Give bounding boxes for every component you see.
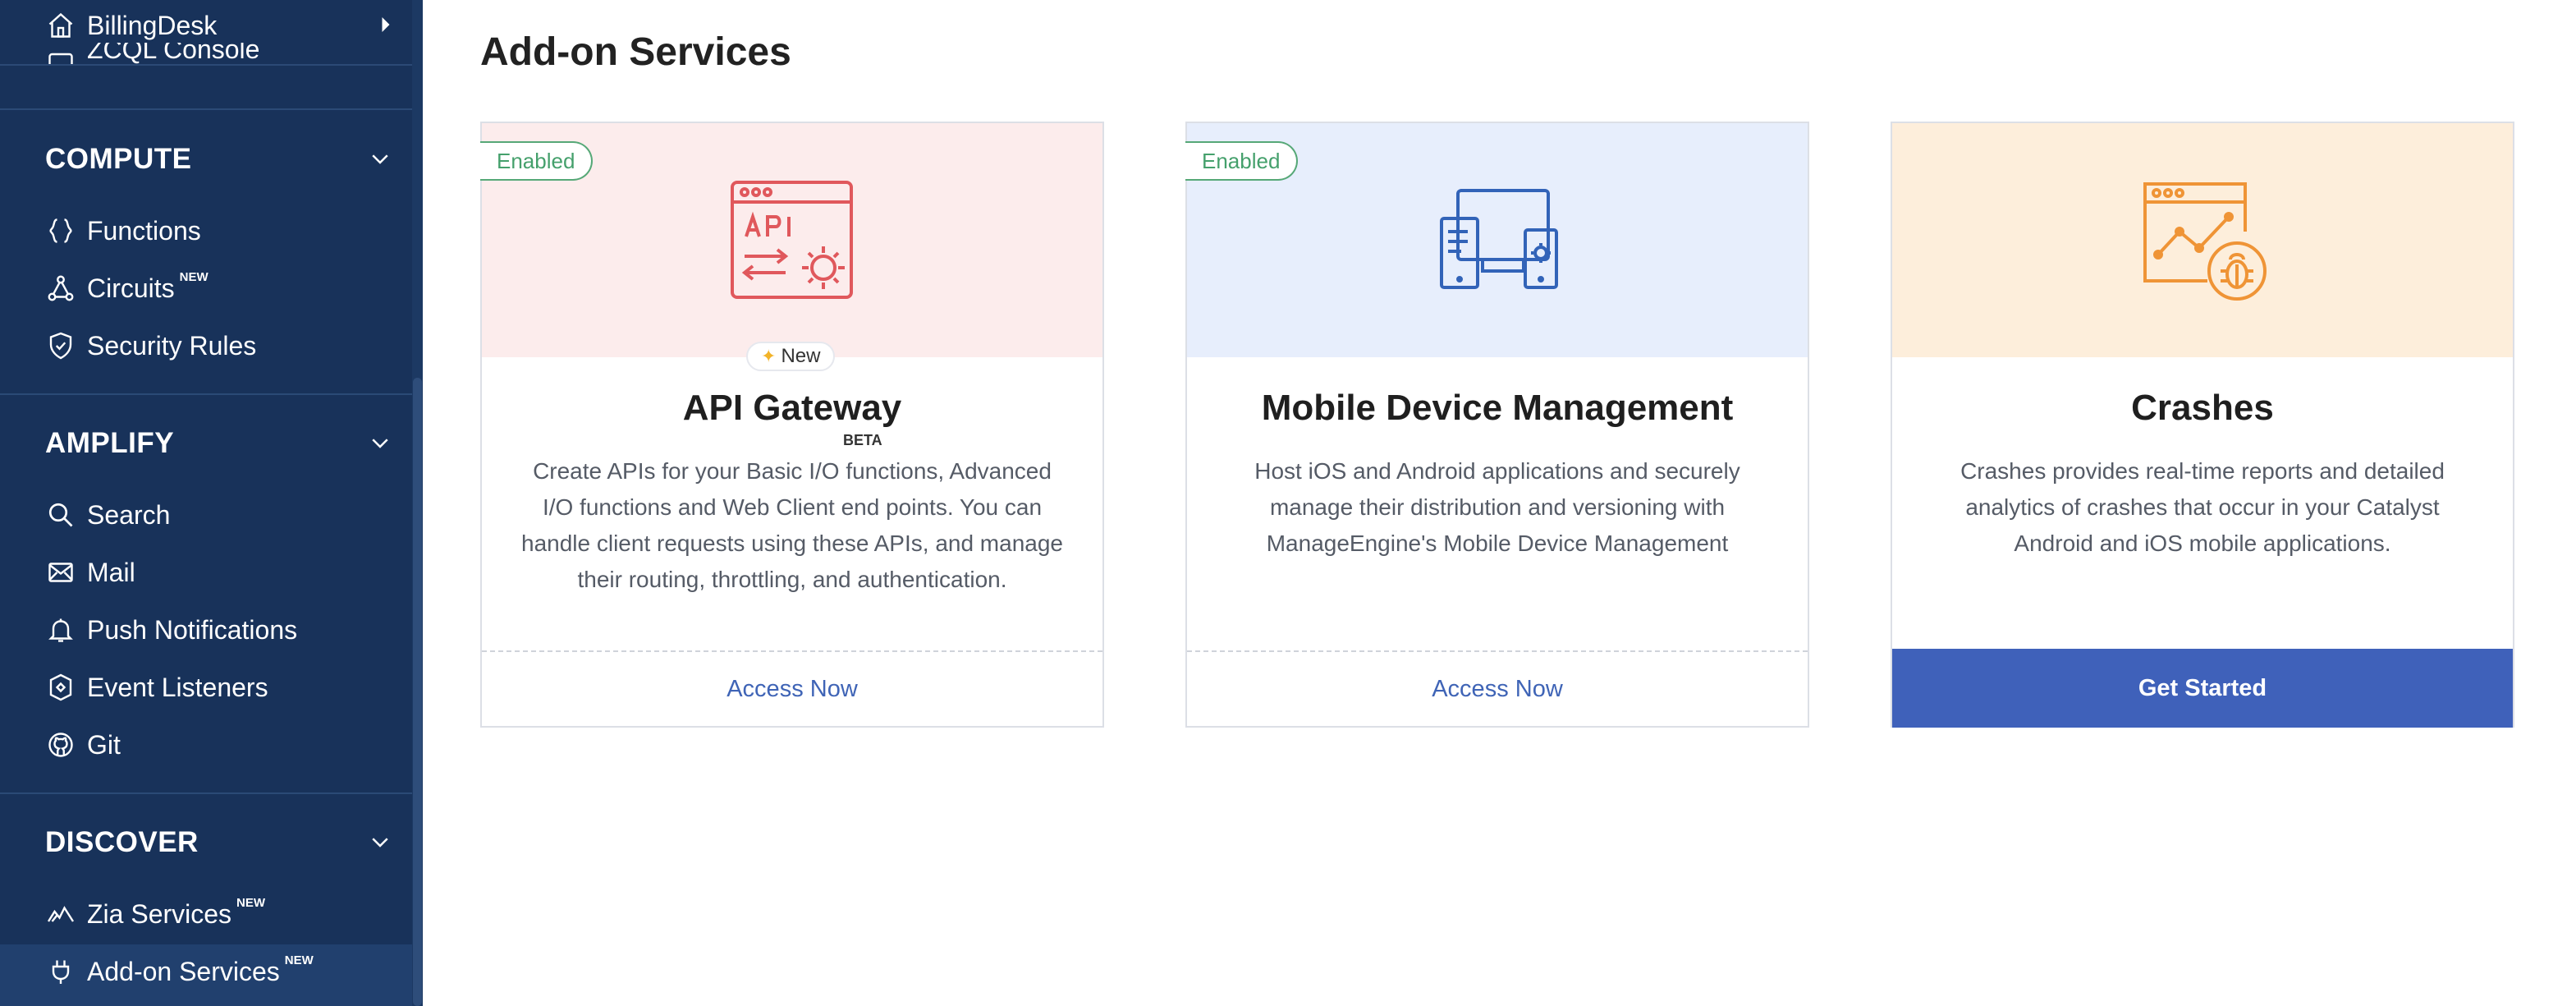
sidebar-item-label: Functions [87, 215, 201, 246]
service-card-crashes: Crashes Crashes provides real-time repor… [1891, 122, 2514, 728]
sidebar-item-label: Mail [87, 557, 135, 587]
beta-label: BETA [843, 432, 882, 448]
github-icon [41, 725, 80, 765]
event-icon [41, 668, 80, 707]
card-title: Crashes [2131, 388, 2274, 428]
section-title-compute[interactable]: COMPUTE [45, 143, 192, 176]
card-description: Crashes provides real-time reports and d… [1960, 458, 2445, 556]
search-icon [41, 495, 80, 535]
sidebar-item-zia-services[interactable]: Zia Services NEW [41, 893, 265, 935]
sidebar-item-event-listeners[interactable]: Event Listeners [41, 667, 268, 708]
card-description: Host iOS and Android applications and se… [1254, 458, 1740, 556]
enabled-badge: Enabled [1185, 141, 1299, 181]
api-gateway-icon [731, 181, 853, 299]
sidebar-item-billingdesk[interactable]: BillingDesk [41, 5, 217, 46]
sidebar-item-circuits[interactable]: Circuits NEW [41, 268, 209, 309]
service-card-mobile-device-management: Enabled Mobile Device Management Host iO… [1185, 122, 1809, 728]
braces-icon [41, 211, 80, 250]
zia-icon [41, 894, 80, 934]
new-badge: ✦ New [746, 342, 836, 371]
sidebar-item-label: Security Rules [87, 330, 257, 361]
crash-report-icon [2143, 182, 2267, 301]
sidebar-scrollbar-thumb[interactable] [413, 378, 422, 1006]
section-title-discover[interactable]: DISCOVER [45, 826, 199, 859]
sidebar-divider [0, 393, 412, 395]
sidebar-item-security-rules[interactable]: Security Rules [41, 325, 256, 366]
page-title: Add-on Services [480, 30, 791, 74]
sidebar-item-label: Event Listeners [87, 672, 268, 702]
mail-icon [41, 553, 80, 592]
home-icon [41, 6, 80, 45]
sidebar-item-functions[interactable]: Functions [41, 210, 201, 251]
new-badge: NEW [284, 953, 314, 967]
sidebar-item-git[interactable]: Git [41, 724, 121, 765]
card-description: Create APIs for your Basic I/O functions… [521, 458, 1063, 592]
sidebar-item-label: Git [87, 729, 121, 760]
sidebar-divider [0, 108, 412, 110]
sidebar-item-label: ZCQL Console [87, 43, 260, 64]
sidebar-item-add-on-services[interactable]: Add-on Services NEW [41, 951, 314, 992]
sidebar: BillingDesk ZCQL Console COMPUTE Functio… [0, 0, 423, 1006]
new-badge: NEW [179, 269, 209, 284]
section-title-amplify[interactable]: AMPLIFY [45, 427, 174, 460]
enabled-badge: Enabled [480, 141, 594, 181]
sidebar-item-label: Search [87, 499, 171, 530]
sidebar-divider [0, 792, 412, 794]
sidebar-item-push-notifications[interactable]: Push Notifications [41, 609, 297, 650]
sidebar-item-label: BillingDesk [87, 10, 218, 40]
plug-icon [41, 952, 80, 991]
devices-icon [1440, 189, 1558, 289]
service-card-api-gateway: Enabled ✦ New API Gateway BETA Create AP… [480, 122, 1104, 728]
sparkle-icon: ✦ [761, 346, 777, 366]
sidebar-item-zcql-console[interactable]: ZCQL Console [41, 43, 259, 64]
console-icon [41, 43, 80, 64]
access-now-button[interactable]: Access Now [1187, 650, 1808, 726]
new-badge: NEW [236, 895, 266, 910]
chevron-down-icon[interactable] [368, 829, 392, 854]
sidebar-item-search[interactable]: Search [41, 494, 170, 535]
caret-right-icon[interactable] [379, 15, 392, 34]
chevron-down-icon[interactable] [368, 430, 392, 455]
sidebar-item-mail[interactable]: Mail [41, 552, 135, 593]
sidebar-item-label: Circuits [87, 273, 175, 303]
card-title: API Gateway [682, 388, 902, 428]
bell-icon [41, 610, 80, 650]
access-now-button[interactable]: Access Now [482, 650, 1102, 726]
chevron-down-icon[interactable] [368, 146, 392, 171]
sidebar-item-label: Zia Services [87, 898, 232, 929]
get-started-button[interactable]: Get Started [1892, 649, 2513, 728]
circuits-icon [41, 269, 80, 308]
card-title: Mobile Device Management [1261, 388, 1734, 428]
new-badge-label: New [781, 345, 821, 367]
sidebar-item-label: Push Notifications [87, 614, 298, 645]
sidebar-item-label: Add-on Services [87, 956, 280, 986]
card-hero [1892, 123, 2513, 357]
shield-icon [41, 326, 80, 365]
